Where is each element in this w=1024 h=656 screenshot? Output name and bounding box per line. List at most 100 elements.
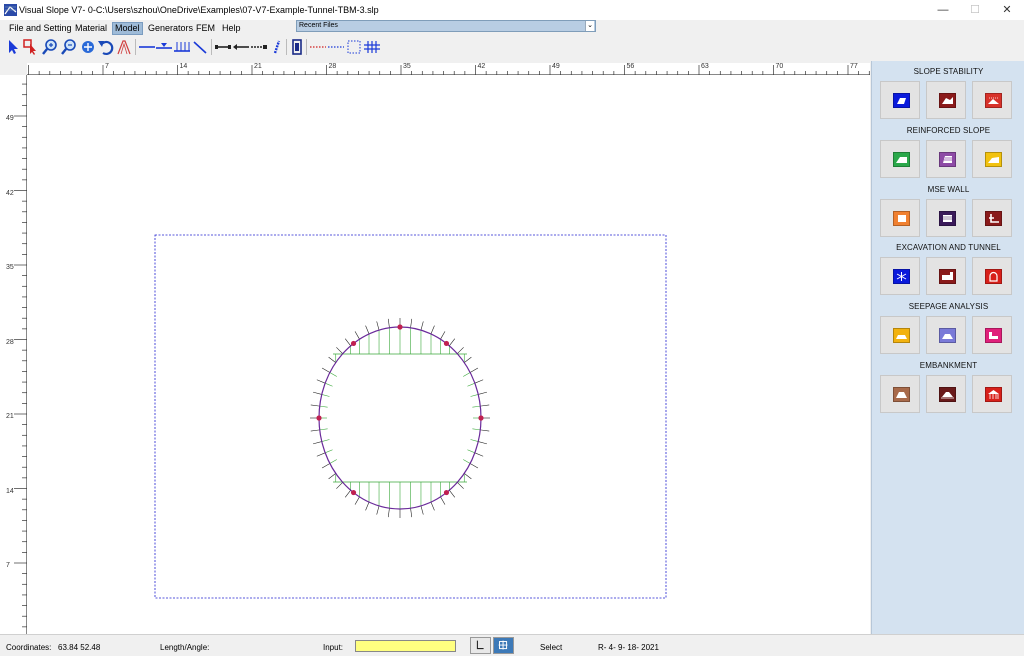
pressure-line [325, 382, 333, 387]
version-label: R- 4- 9- 18- 2021 [598, 643, 659, 652]
seepage-button-3[interactable] [972, 316, 1012, 354]
menu-material[interactable]: Material [72, 22, 110, 35]
menu-file-and-setting[interactable]: File and Setting [6, 22, 75, 35]
load-tick [410, 318, 413, 328]
tunnel-node[interactable] [397, 324, 403, 330]
load-tick [457, 347, 464, 354]
diagonal-line-icon[interactable] [191, 38, 209, 56]
pressure-line [329, 372, 337, 377]
zoom-in-icon[interactable] [41, 38, 59, 56]
tunnel-node[interactable] [350, 340, 357, 347]
minimize-button[interactable]: — [928, 2, 958, 18]
zoom-out-icon[interactable] [60, 38, 78, 56]
toolbar [0, 36, 1024, 58]
embankment-2-icon [939, 387, 956, 402]
slope-stability-button-3[interactable] [972, 81, 1012, 119]
tunnel-button[interactable] [972, 257, 1012, 295]
tunnel-node[interactable] [350, 489, 357, 496]
ruler-label: 42 [6, 189, 14, 197]
recent-files-dropdown[interactable]: Recent Files ⌄ [296, 20, 596, 32]
load-tick [376, 321, 380, 331]
load-tick [430, 501, 435, 511]
slope-icon[interactable] [115, 38, 133, 56]
toolbar-separator [306, 39, 307, 55]
chevron-down-icon[interactable]: ⌄ [585, 21, 594, 31]
mse-wall-3-icon [985, 211, 1002, 226]
pile-icon[interactable] [268, 38, 286, 56]
embankment-3-icon [985, 387, 1002, 402]
seepage-button-1[interactable] [880, 316, 920, 354]
embankment-button-3[interactable] [972, 375, 1012, 413]
menu-model[interactable]: Model [112, 22, 143, 35]
app-logo-icon [4, 4, 17, 16]
wall-icon[interactable] [288, 38, 306, 56]
ruler-label: 77 [850, 63, 858, 70]
load-tick [464, 356, 472, 363]
snap-toggle-button[interactable] [493, 637, 514, 654]
grid-icon[interactable] [363, 38, 381, 56]
ruler-label: 14 [6, 487, 14, 495]
load-tick [420, 505, 424, 515]
drawing-canvas[interactable] [27, 75, 870, 634]
support-icon[interactable] [173, 38, 191, 56]
embankment-button-2[interactable] [926, 375, 966, 413]
load-tick [387, 318, 390, 328]
slope-stability-1-icon [893, 93, 910, 108]
tunnel-icon [985, 269, 1002, 284]
menu-help[interactable]: Help [219, 22, 244, 35]
tunnel-node[interactable] [478, 415, 484, 421]
seepage-button-2[interactable] [926, 316, 966, 354]
seepage-1-icon [893, 328, 910, 343]
load-tick [474, 379, 484, 384]
ruler-label: 49 [6, 115, 14, 122]
tunnel-node[interactable] [316, 415, 322, 421]
reinforced-slope-button-3[interactable] [972, 140, 1012, 178]
analysis-panel: SLOPE STABILITY REINFORCED SLOPE MSE WAL… [871, 61, 1024, 634]
menu-fem[interactable]: FEM [193, 22, 218, 35]
excavation-button-1[interactable] [880, 257, 920, 295]
reinforced-slope-button-1[interactable] [880, 140, 920, 178]
maximize-button[interactable]: ☐ [960, 2, 990, 18]
ruler-label: 7 [6, 562, 10, 569]
reinforced-slope-button-2[interactable] [926, 140, 966, 178]
line-icon[interactable] [138, 38, 156, 56]
mse-wall-button-1[interactable] [880, 199, 920, 237]
pressure-line [470, 394, 479, 397]
snap-icon [498, 640, 508, 650]
mse-wall-button-2[interactable] [926, 199, 966, 237]
ortho-toggle-button[interactable] [470, 637, 491, 654]
tunnel-node[interactable] [443, 340, 450, 347]
excavation-button-2[interactable] [926, 257, 966, 295]
tunnel-node[interactable] [443, 489, 450, 496]
model-boundary[interactable] [154, 234, 667, 599]
embankment-1-icon [893, 387, 910, 402]
water-table-icon[interactable] [155, 38, 173, 56]
pan-icon[interactable] [79, 38, 97, 56]
load-tick [365, 501, 370, 511]
ruler-label: 70 [775, 63, 784, 70]
close-button[interactable]: ✕ [992, 2, 1022, 18]
undo-icon[interactable] [96, 38, 114, 56]
geogrid-icon[interactable] [250, 38, 268, 56]
nail-icon[interactable] [232, 38, 250, 56]
load-tick [312, 441, 322, 445]
input-field[interactable] [355, 640, 456, 652]
ruler-label: 42 [477, 63, 486, 70]
coordinates-value: 63.84 52.48 [58, 643, 101, 652]
select-arrow-icon[interactable] [4, 38, 22, 56]
section-title-mse-wall: MSE WALL [927, 185, 970, 194]
embankment-button-1[interactable] [880, 375, 920, 413]
slope-stability-button-2[interactable] [926, 81, 966, 119]
rectangle-select-icon[interactable] [345, 38, 363, 56]
anchor-icon[interactable] [214, 38, 232, 56]
slope-stability-button-1[interactable] [880, 81, 920, 119]
menu-generators[interactable]: Generators [145, 22, 196, 35]
ruler-ticks [28, 65, 870, 75]
title-bar: Visual Slope V7- 0-C:\Users\szhou\OneDri… [0, 0, 1024, 20]
mse-wall-button-3[interactable] [972, 199, 1012, 237]
select-node-icon[interactable] [22, 38, 40, 56]
red-dotted-line-icon[interactable] [309, 38, 327, 56]
length-angle-label: Length/Angle: [160, 643, 210, 652]
load-tick [365, 325, 370, 335]
blue-dotted-line-icon[interactable] [327, 38, 345, 56]
